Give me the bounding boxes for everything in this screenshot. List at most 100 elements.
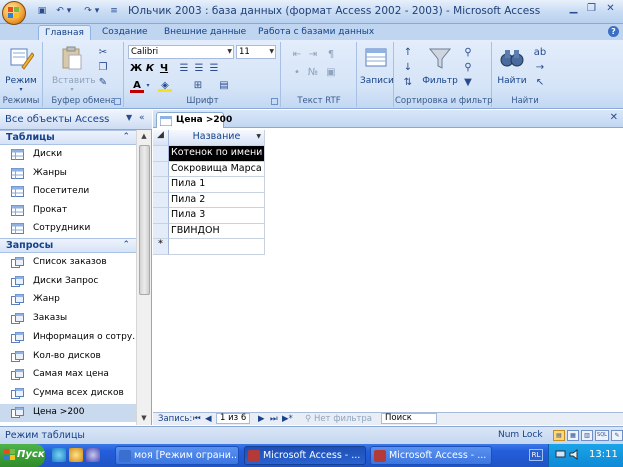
nav-item-table[interactable]: Сотрудники bbox=[0, 220, 136, 238]
highlight-icon[interactable]: ▣ bbox=[324, 66, 338, 79]
search-input[interactable]: Поиск bbox=[381, 413, 437, 424]
cut-icon[interactable]: ✂ bbox=[96, 46, 110, 59]
nav-item-query[interactable]: Самая мах цена bbox=[0, 366, 136, 384]
selection-filter-icon[interactable]: ⚲ bbox=[461, 46, 475, 59]
table-cell[interactable]: Котенок по имени bbox=[169, 146, 265, 162]
scroll-up-icon[interactable]: ▲ bbox=[138, 130, 150, 142]
replace-icon[interactable]: ab bbox=[533, 46, 547, 59]
increase-indent-icon[interactable]: ⇥ bbox=[306, 48, 320, 61]
table-cell[interactable]: Пила 3 bbox=[169, 208, 265, 224]
nav-item-query[interactable]: Сумма всех дисков bbox=[0, 385, 136, 403]
next-record-icon[interactable]: ▶ bbox=[258, 414, 265, 424]
row-selector[interactable] bbox=[153, 177, 169, 193]
nav-item-query[interactable]: Жанр bbox=[0, 291, 136, 309]
datasheet-view-icon[interactable]: ▤ bbox=[553, 430, 565, 441]
align-right-icon[interactable]: ☰ bbox=[207, 62, 221, 75]
row-selector[interactable] bbox=[153, 223, 169, 239]
taskbar-button[interactable]: Microsoft Access - ... bbox=[244, 446, 366, 465]
tab-home[interactable]: Главная bbox=[38, 25, 91, 40]
network-icon[interactable] bbox=[555, 449, 566, 460]
nav-item-query[interactable]: Диски Запрос bbox=[0, 273, 136, 291]
select-all-corner[interactable]: ◢ bbox=[153, 130, 169, 146]
numbering-icon[interactable]: № bbox=[306, 66, 320, 79]
paste-button[interactable]: Вставить ▾ bbox=[52, 45, 96, 93]
nav-item-table[interactable]: Посетители bbox=[0, 183, 136, 201]
pivot-chart-view-icon[interactable]: ▥ bbox=[581, 430, 593, 441]
copy-icon[interactable]: ❐ bbox=[96, 61, 110, 74]
customize-qat-icon[interactable]: ≡ bbox=[110, 6, 118, 17]
redo-icon[interactable]: ↷ bbox=[82, 6, 94, 17]
prev-record-icon[interactable]: ◀ bbox=[205, 414, 212, 424]
nav-item-query[interactable]: Цена >200 bbox=[0, 403, 136, 422]
explorer-icon[interactable] bbox=[69, 448, 83, 462]
clipboard-launcher-icon[interactable] bbox=[114, 98, 121, 105]
filter-status[interactable]: ⚲ Нет фильтра bbox=[305, 414, 372, 424]
chevron-down-icon[interactable]: ▼ bbox=[256, 130, 261, 144]
font-launcher-icon[interactable] bbox=[271, 98, 278, 105]
go-to-icon[interactable]: → bbox=[533, 61, 547, 74]
last-record-icon[interactable]: ⏭ bbox=[270, 414, 278, 424]
tab-create[interactable]: Создание bbox=[96, 25, 154, 40]
align-left-icon[interactable]: ☰ bbox=[177, 62, 191, 75]
new-row-selector[interactable]: * bbox=[153, 239, 169, 255]
scroll-thumb[interactable] bbox=[139, 145, 150, 295]
font-name-combo[interactable]: Calibri ▼ bbox=[128, 45, 234, 59]
language-indicator[interactable]: RL bbox=[529, 449, 543, 461]
tab-database-tools[interactable]: Работа с базами данных bbox=[252, 25, 380, 40]
bullets-icon[interactable]: • bbox=[290, 66, 304, 79]
toggle-filter-icon[interactable]: ▼ bbox=[461, 76, 475, 89]
fill-color-icon[interactable]: ◈ bbox=[158, 79, 172, 92]
paragraph-icon[interactable]: ¶ bbox=[324, 48, 338, 61]
nav-item-query[interactable]: Кол-во дисков bbox=[0, 348, 136, 366]
pivot-table-view-icon[interactable]: ▦ bbox=[567, 430, 579, 441]
align-center-icon[interactable]: ☰ bbox=[192, 62, 206, 75]
minimize-button[interactable]: ▁ bbox=[566, 2, 581, 16]
document-tab[interactable]: Цена >200 bbox=[156, 112, 232, 128]
records-button[interactable]: Записи bbox=[360, 45, 394, 86]
help-icon[interactable]: ? bbox=[608, 26, 619, 37]
taskbar-button[interactable]: моя [Режим ограни... bbox=[115, 446, 239, 465]
underline-button[interactable]: Ч bbox=[158, 62, 170, 76]
ie-icon[interactable] bbox=[52, 448, 66, 462]
new-row-cell[interactable] bbox=[169, 239, 265, 255]
gridlines-icon[interactable]: ⊞ bbox=[191, 79, 205, 92]
table-cell[interactable]: Пила 2 bbox=[169, 192, 265, 208]
office-button[interactable] bbox=[2, 1, 26, 25]
undo-dropdown-icon[interactable]: ▾ bbox=[66, 6, 72, 17]
close-button[interactable]: ✕ bbox=[603, 2, 618, 16]
nav-item-table[interactable]: Прокат bbox=[0, 202, 136, 220]
clear-sort-icon[interactable]: ⇅ bbox=[401, 76, 415, 89]
filter-button[interactable]: Фильтр bbox=[421, 45, 459, 86]
font-color-button[interactable]: A bbox=[130, 79, 144, 93]
row-selector[interactable] bbox=[153, 192, 169, 208]
volume-icon[interactable] bbox=[569, 449, 580, 460]
nav-item-query[interactable]: Заказы bbox=[0, 310, 136, 328]
format-painter-icon[interactable]: ✎ bbox=[96, 76, 110, 89]
nav-item-table[interactable]: Диски bbox=[0, 146, 136, 164]
save-icon[interactable]: ▣ bbox=[36, 6, 48, 17]
find-button[interactable]: Найти bbox=[495, 45, 529, 86]
advanced-filter-icon[interactable]: ⚲ bbox=[461, 61, 475, 74]
view-button[interactable]: Режим ▾ bbox=[4, 45, 38, 93]
italic-button[interactable]: К bbox=[144, 62, 156, 76]
decrease-indent-icon[interactable]: ⇤ bbox=[290, 48, 304, 61]
media-icon[interactable] bbox=[86, 448, 100, 462]
nav-scrollbar[interactable]: ▲ ▼ bbox=[136, 130, 151, 425]
column-header-name[interactable]: Название ▼ bbox=[169, 130, 265, 146]
row-selector[interactable] bbox=[153, 208, 169, 224]
font-size-combo[interactable]: 11 ▼ bbox=[236, 45, 276, 59]
design-view-icon[interactable]: ✎ bbox=[611, 430, 623, 441]
alternate-fill-icon[interactable]: ▤ bbox=[217, 79, 231, 92]
scroll-down-icon[interactable]: ▼ bbox=[138, 412, 150, 424]
nav-group-queries[interactable]: Запросы ⌃ bbox=[0, 238, 136, 253]
sort-ascending-icon[interactable]: ↑ bbox=[401, 46, 415, 59]
new-record-icon[interactable]: ▶* bbox=[282, 414, 293, 424]
sql-view-icon[interactable]: SQL bbox=[595, 430, 609, 441]
select-icon[interactable]: ↖ bbox=[533, 76, 547, 89]
undo-icon[interactable]: ↶ bbox=[54, 6, 66, 17]
shutter-bar-close-icon[interactable]: « bbox=[139, 113, 145, 123]
nav-item-query[interactable]: Информация о сотру... bbox=[0, 329, 141, 347]
nav-header[interactable]: Все объекты Access ▼ « bbox=[0, 110, 152, 130]
sort-descending-icon[interactable]: ↓ bbox=[401, 61, 415, 74]
close-document-icon[interactable]: ✕ bbox=[610, 112, 618, 123]
